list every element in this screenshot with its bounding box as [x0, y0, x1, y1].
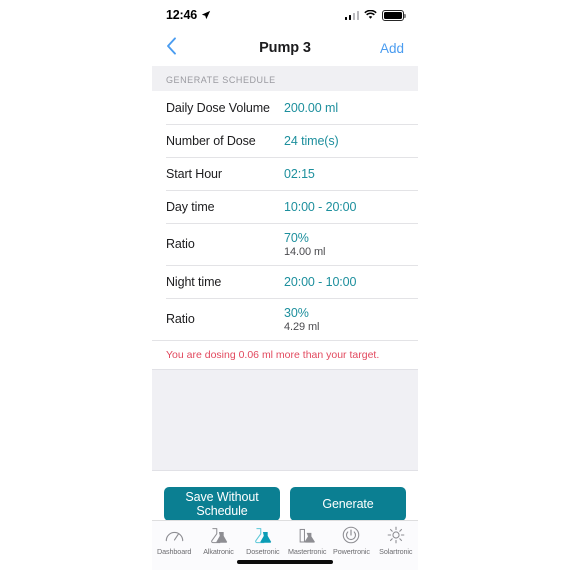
phone-viewport: 12:46 Pump 3 Add GENERATE SCHEDULE Daily…: [152, 0, 418, 570]
chevron-left-icon: [167, 37, 176, 55]
tab-label: Dosetronic: [246, 547, 280, 556]
tab-dosetronic[interactable]: Dosetronic: [241, 525, 285, 556]
tab-mastertronic[interactable]: Mastertronic: [285, 525, 329, 556]
power-icon: [342, 525, 360, 545]
row-value: 02:15: [284, 166, 315, 181]
row-value: 70%: [284, 230, 309, 245]
row-label: Ratio: [166, 312, 195, 326]
status-bar-right: [344, 9, 406, 21]
flask-icon: [209, 525, 228, 545]
sun-icon: [387, 525, 405, 545]
navigation-bar: Pump 3 Add: [152, 30, 418, 66]
row-label: Start Hour: [166, 166, 222, 181]
status-bar: 12:46: [152, 0, 418, 30]
row-subvalue: 14.00 ml: [284, 245, 326, 258]
beaker-icon: [298, 525, 317, 545]
row-value: 20:00 - 10:00: [284, 274, 357, 289]
tab-label: Solartronic: [379, 547, 413, 556]
row-value: 10:00 - 20:00: [284, 199, 357, 214]
tab-solartronic[interactable]: Solartronic: [374, 525, 418, 556]
tab-label: Alkatronic: [203, 547, 234, 556]
row-label: Daily Dose Volume: [166, 100, 270, 115]
status-time: 12:46: [166, 8, 197, 22]
table-row[interactable]: Night time 20:00 - 10:00: [152, 265, 418, 298]
gauge-icon: [165, 525, 184, 545]
row-subvalue: 4.29 ml: [284, 320, 320, 333]
tab-label: Dashboard: [157, 547, 192, 556]
tab-dashboard[interactable]: Dashboard: [152, 525, 196, 556]
location-arrow-icon: [201, 10, 211, 20]
row-value-group: 30% 4.29 ml: [284, 306, 319, 333]
tab-label: Powertronic: [333, 547, 370, 556]
warning-message: You are dosing 0.06 ml more than your ta…: [152, 340, 418, 369]
table-row[interactable]: Ratio 70% 14.00 ml: [152, 223, 418, 265]
flask-filled-icon: [253, 525, 272, 545]
screenshot-canvas: 12:46 Pump 3 Add GENERATE SCHEDULE Daily…: [0, 0, 570, 570]
table-row[interactable]: Day time 10:00 - 20:00: [152, 190, 418, 223]
back-button[interactable]: [166, 37, 192, 59]
schedule-list: Daily Dose Volume 200.00 ml Number of Do…: [152, 91, 418, 340]
row-label: Day time: [166, 199, 215, 214]
status-bar-left: 12:46: [166, 8, 211, 22]
row-label: Night time: [166, 274, 222, 289]
section-header: GENERATE SCHEDULE: [152, 66, 418, 91]
row-label: Number of Dose: [166, 133, 256, 148]
tab-alkatronic[interactable]: Alkatronic: [196, 525, 240, 556]
table-row[interactable]: Ratio 30% 4.29 ml: [152, 298, 418, 340]
generate-button[interactable]: Generate: [290, 487, 406, 521]
table-row[interactable]: Start Hour 02:15: [152, 157, 418, 190]
row-value-group: 70% 14.00 ml: [284, 231, 325, 258]
battery-full-icon: [382, 9, 406, 21]
chart-placeholder-panel: [152, 369, 418, 471]
row-label: Ratio: [166, 237, 195, 251]
home-indicator: [237, 560, 333, 564]
table-row[interactable]: Number of Dose 24 time(s): [152, 124, 418, 157]
cellular-signal-icon: [344, 10, 359, 20]
row-value: 24 time(s): [284, 133, 339, 148]
add-button[interactable]: Add: [380, 41, 404, 56]
wifi-icon: [364, 10, 377, 19]
row-value: 200.00 ml: [284, 100, 338, 115]
table-row[interactable]: Daily Dose Volume 200.00 ml: [152, 91, 418, 124]
tab-label: Mastertronic: [287, 547, 327, 556]
save-without-schedule-button[interactable]: Save Without Schedule: [164, 487, 280, 521]
tab-powertronic[interactable]: Powertronic: [329, 525, 373, 556]
row-value: 30%: [284, 305, 309, 320]
